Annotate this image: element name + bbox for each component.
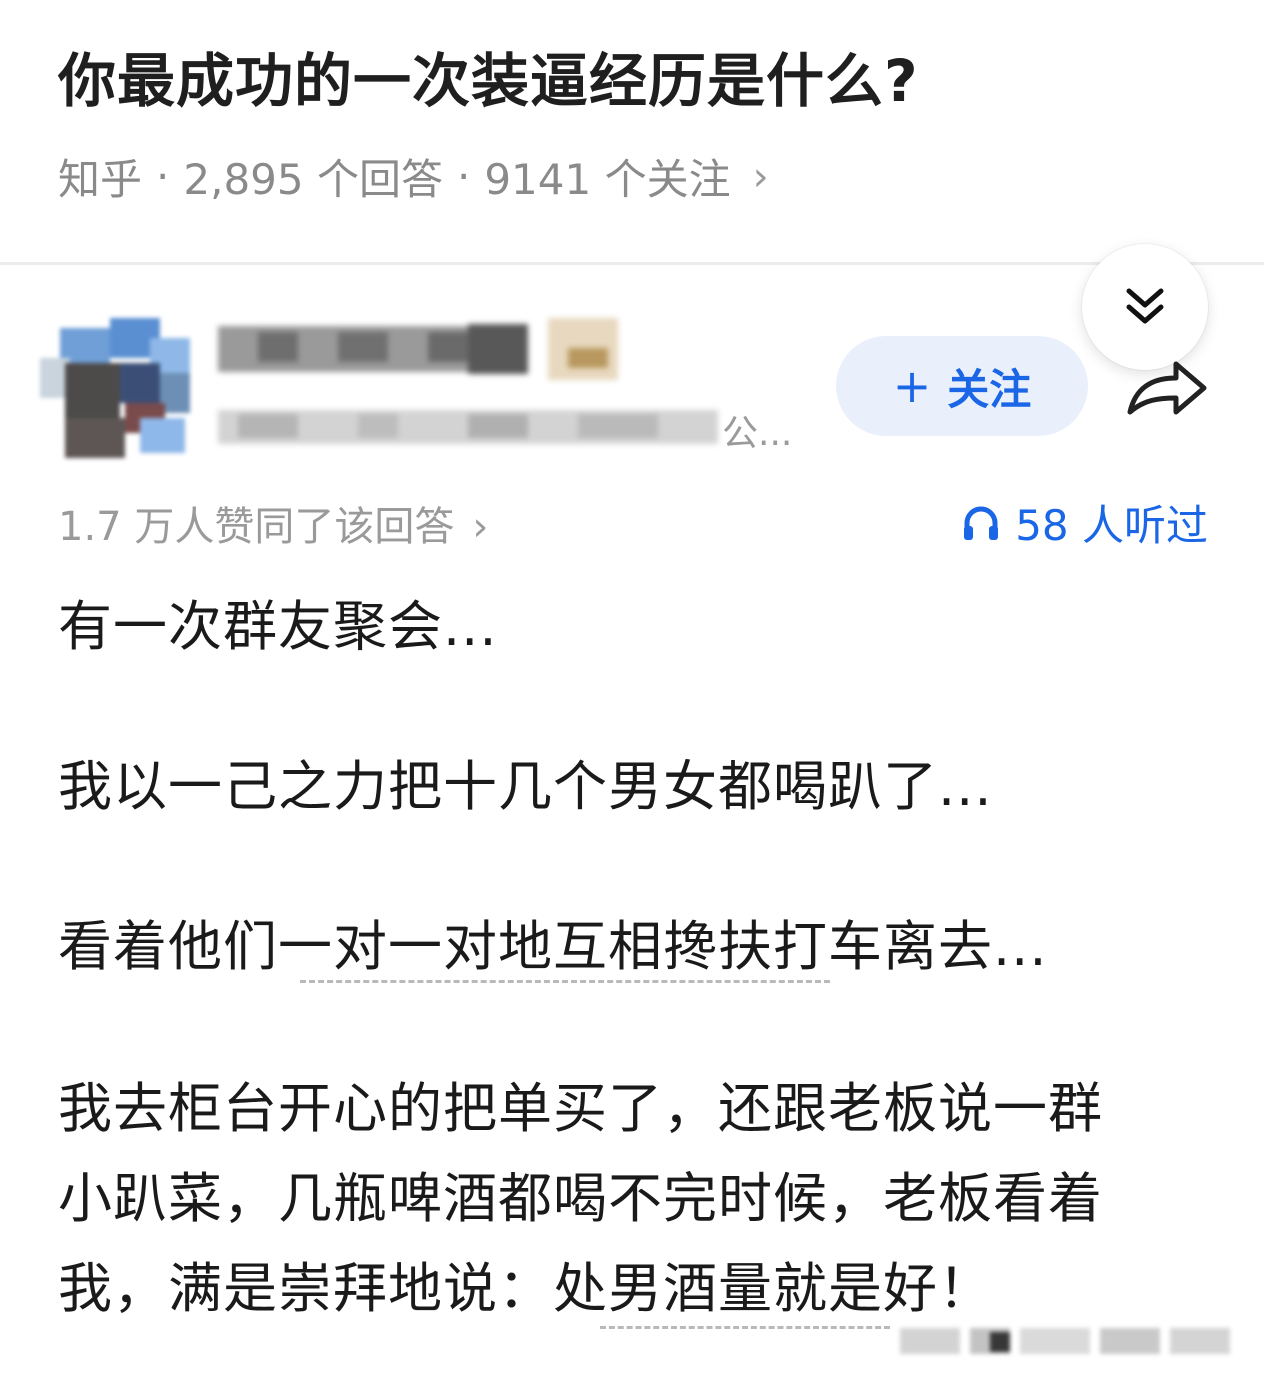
- section-divider: [0, 262, 1264, 265]
- follow-button[interactable]: + 关注: [836, 336, 1088, 436]
- headphones-icon: [964, 506, 999, 540]
- share-arrow-icon[interactable]: [1124, 356, 1210, 422]
- follower-count: 9141 个关注: [484, 155, 731, 204]
- avatar[interactable]: [40, 318, 190, 458]
- answer-paragraph: 有一次群友聚会...: [58, 595, 498, 658]
- answer-paragraph: 小趴菜，几瓶啤酒都喝不完时候，老板看着: [58, 1167, 1103, 1230]
- source-label: 知乎: [58, 155, 143, 204]
- question-meta[interactable]: 知乎 · 2,895 个回答 · 9141 个关注 ›: [58, 146, 769, 207]
- author-subtitle-tail: 公...: [722, 413, 793, 454]
- collapse-button[interactable]: [1082, 244, 1208, 370]
- answer-count: 2,895 个回答: [183, 155, 443, 204]
- follow-label: 关注: [947, 364, 1032, 414]
- author-name[interactable]: [218, 318, 628, 380]
- meta-separator: ·: [156, 152, 170, 201]
- meta-separator: ·: [456, 152, 471, 201]
- answer-paragraph: 我去柜台开心的把单买了，还跟老板说一群: [58, 1077, 1103, 1140]
- double-chevron-down-icon: [1126, 288, 1164, 324]
- listen-label: 58 人听过: [1015, 501, 1208, 550]
- vote-summary[interactable]: 1.7 万人赞同了该回答 ›: [58, 494, 488, 552]
- plus-icon: +: [892, 359, 932, 413]
- chevron-right-icon: ›: [472, 504, 489, 550]
- author-subtitle: [218, 402, 728, 450]
- question-title[interactable]: 你最成功的一次装逼经历是什么?: [58, 34, 919, 118]
- vote-count: 1.7 万人赞同了该回答: [58, 504, 455, 550]
- answer-paragraph: 我以一己之力把十几个男女都喝趴了...: [58, 755, 993, 818]
- listen-count[interactable]: 58 人听过: [961, 492, 1208, 553]
- keyword-link-underline[interactable]: [300, 980, 830, 983]
- chevron-right-icon: ›: [752, 153, 769, 200]
- answer-paragraph: 我，满是崇拜地说：处男酒量就是好！: [58, 1257, 993, 1320]
- watermark: [900, 1322, 1240, 1362]
- answer-paragraph: 看着他们一对一对地互相搀扶打车离去...: [58, 915, 1048, 978]
- keyword-link-underline[interactable]: [600, 1326, 890, 1329]
